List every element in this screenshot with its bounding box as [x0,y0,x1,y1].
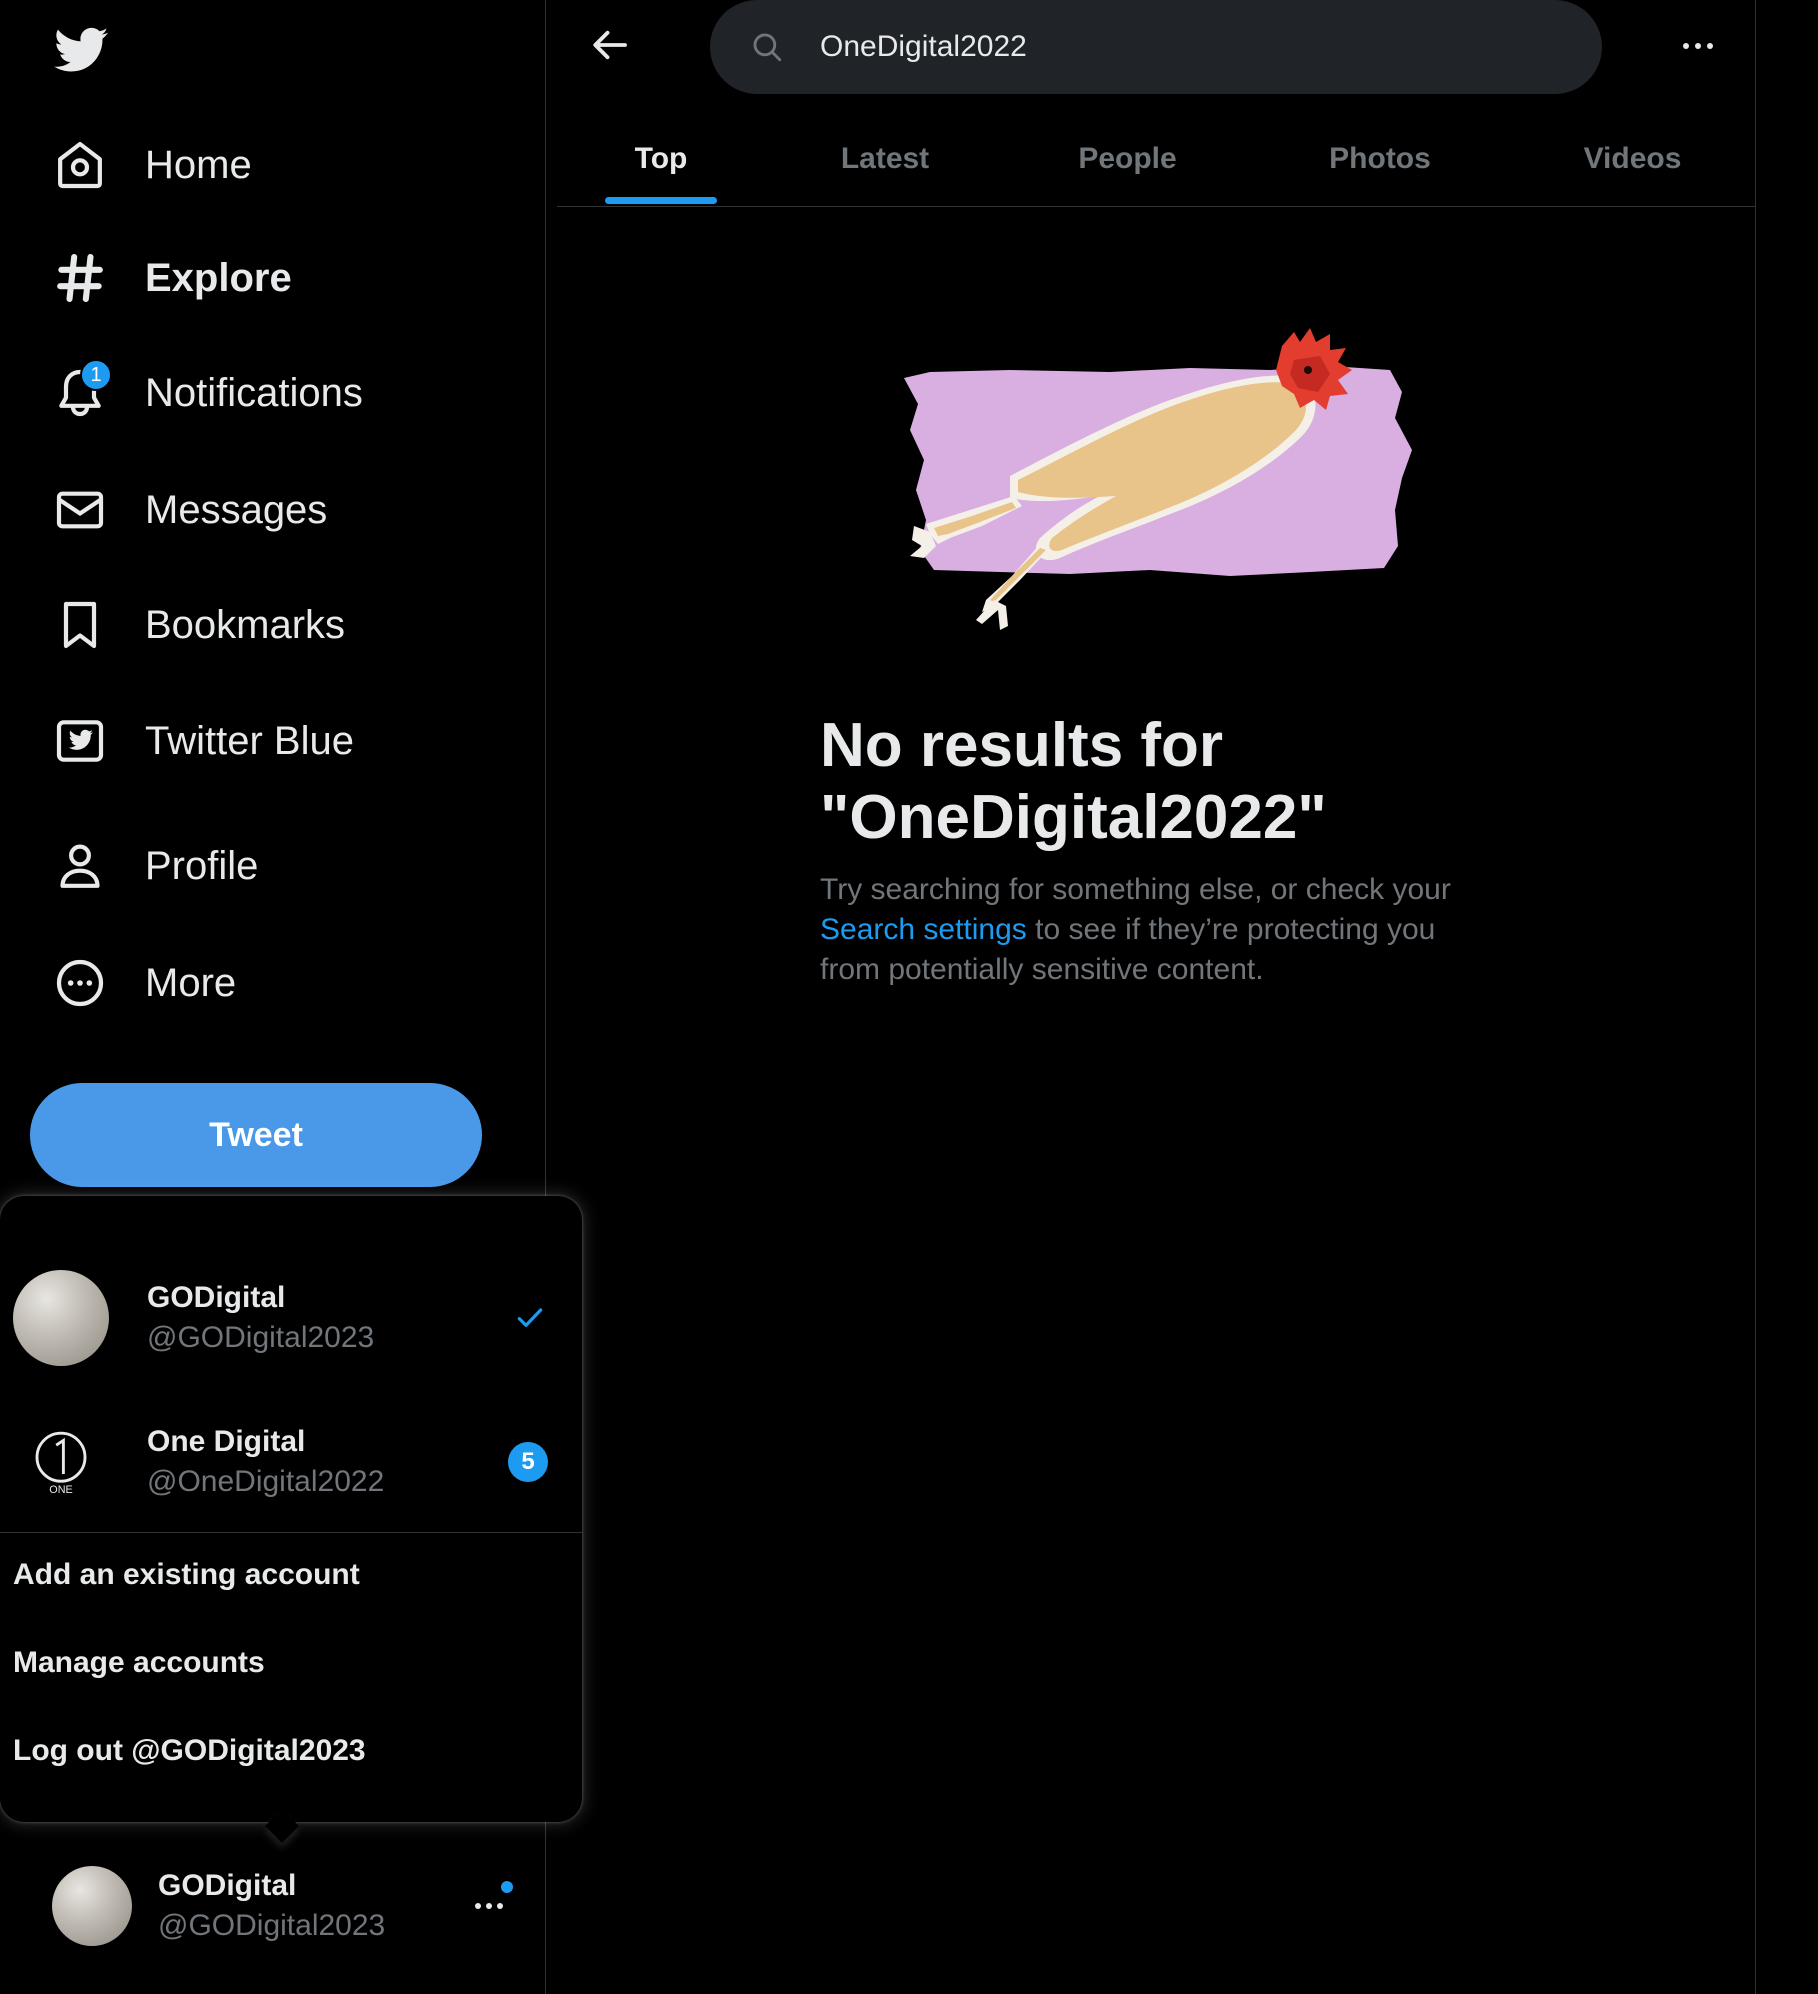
manage-accounts-link[interactable]: Manage accounts [13,1646,265,1680]
account-row-godigital[interactable]: GODigital @GODigital2023 [0,1248,582,1388]
checkmark-icon [517,1308,543,1327]
account-handle: @GODigital2023 [147,1321,375,1354]
main-right-divider [1755,0,1756,1994]
no-results-description: Try searching for something else, or che… [820,870,1500,990]
sidebar-item-label: Bookmarks [145,602,346,647]
no-results-title: No results for "OneDigital2022" [820,711,1327,852]
search-input[interactable] [818,29,1522,65]
tabs-divider [557,206,1755,207]
sidebar-item-label: Messages [145,487,328,532]
current-account-switcher[interactable]: GODigital @GODigital2023 [52,1864,385,1948]
back-arrow-icon[interactable] [590,24,632,66]
twitter-logo-icon[interactable] [52,22,112,76]
more-horizontal-icon[interactable] [470,1890,510,1920]
tab-latest[interactable]: Latest [765,114,1005,204]
avatar [13,1270,109,1366]
onedigital-logo-icon: ONE [35,1431,87,1496]
twitter-blue-icon [52,713,108,769]
onedigital-logo-text: ONE [49,1484,72,1496]
more-circle-icon [52,955,108,1011]
account-handle: @GODigital2023 [158,1909,386,1942]
tab-top[interactable]: Top [557,114,765,204]
sidebar-item-label: More [145,960,237,1005]
rubber-chicken-illustration [904,328,1412,630]
description-text: Try searching for something else, or che… [820,873,1451,906]
account-name: GODigital [147,1281,286,1314]
envelope-icon [52,482,108,538]
unread-indicator-dot [501,1881,513,1893]
search-settings-link[interactable]: Search settings [820,913,1027,946]
tweet-button[interactable]: Tweet [30,1083,482,1187]
sidebar-item-home[interactable]: Home [52,125,252,205]
notification-count-badge: 1 [80,359,112,391]
more-horizontal-icon[interactable] [1680,34,1716,58]
tab-photos[interactable]: Photos [1250,114,1510,204]
account-switcher-popup: GODigital @GODigital2023 ONE One Digital… [0,1196,582,1822]
avatar [52,1866,132,1946]
sidebar-item-messages[interactable]: Messages [52,470,327,550]
account-name: GODigital [158,1869,297,1902]
bookmark-icon [52,597,108,653]
sidebar-item-label: Twitter Blue [145,718,354,763]
sidebar-item-profile[interactable]: Profile [52,826,258,906]
sidebar-item-bookmarks[interactable]: Bookmarks [52,585,345,665]
search-icon [753,33,782,62]
search-box[interactable] [710,0,1602,94]
home-icon [52,137,108,193]
account-name: One Digital [147,1425,306,1458]
unread-count-badge: 5 [508,1442,548,1482]
sidebar-item-label: Explore [145,255,292,300]
logout-link[interactable]: Log out @GODigital2023 [13,1734,366,1768]
account-handle: @OneDigital2022 [147,1465,385,1498]
hashtag-icon [52,250,108,306]
active-tab-indicator [605,197,717,204]
sidebar-item-more[interactable]: More [52,943,236,1023]
popup-divider [0,1532,582,1533]
bell-icon: 1 [52,359,112,421]
tab-videos[interactable]: Videos [1510,114,1755,204]
sidebar-item-label: Profile [145,843,259,888]
onedigital-logo-avatar: ONE [13,1414,109,1510]
sidebar-item-notifications[interactable]: 1 Notifications [52,353,363,433]
person-icon [52,838,108,894]
account-row-onedigital[interactable]: ONE One Digital @OneDigital2022 5 [0,1392,582,1532]
add-existing-account-link[interactable]: Add an existing account [13,1558,360,1592]
sidebar-item-label: Home [145,142,252,187]
sidebar-item-explore[interactable]: Explore [52,238,292,318]
tab-people[interactable]: People [1005,114,1250,204]
sidebar-item-twitter-blue[interactable]: Twitter Blue [52,701,354,781]
sidebar-item-label: Notifications [145,370,363,415]
